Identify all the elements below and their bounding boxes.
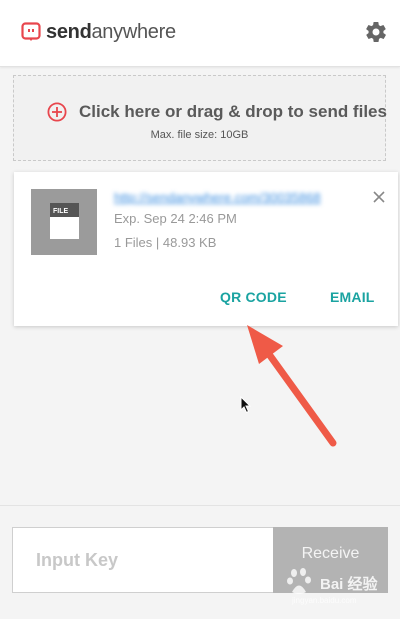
max-file-size-note: Max. file size: 10GB	[150, 129, 249, 141]
mouse-cursor-icon	[240, 396, 252, 414]
send-anywhere-logo-icon	[21, 22, 41, 41]
logo-text-anywhere: anywhere	[91, 21, 176, 43]
file-card: FILE http://sendanywhere.com/30035868 Ex…	[14, 172, 398, 326]
app-header: sendanywhere	[0, 0, 400, 67]
file-thumbnail: FILE	[31, 189, 97, 255]
email-button[interactable]: EMAIL	[330, 289, 375, 305]
share-link[interactable]: http://sendanywhere.com/30035868	[114, 188, 359, 208]
qr-code-button[interactable]: QR CODE	[220, 289, 287, 305]
drop-zone-row: Click here or drag & drop to send files	[47, 102, 387, 122]
expiry-date: Exp. Sep 24 2:46 PM	[114, 211, 237, 226]
watermark-url: jingyan.baidu.com	[292, 596, 357, 605]
logo-text-send: send	[46, 21, 92, 43]
input-key-field[interactable]	[12, 527, 273, 593]
section-divider	[0, 505, 400, 506]
app-logo: sendanywhere	[21, 21, 176, 43]
file-drop-zone[interactable]: Click here or drag & drop to send files …	[13, 75, 387, 161]
logo-text: sendanywhere	[46, 21, 176, 43]
gear-icon[interactable]	[364, 20, 388, 44]
file-icon-label: FILE	[53, 208, 68, 215]
receive-button[interactable]: Receive	[273, 527, 388, 593]
drop-zone-title: Click here or drag & drop to send files	[79, 102, 387, 121]
plus-circle-icon	[47, 102, 67, 122]
file-icon: FILE	[50, 203, 79, 239]
file-count-size: 1 Files | 48.93 KB	[114, 235, 217, 250]
close-icon[interactable]	[372, 190, 386, 204]
